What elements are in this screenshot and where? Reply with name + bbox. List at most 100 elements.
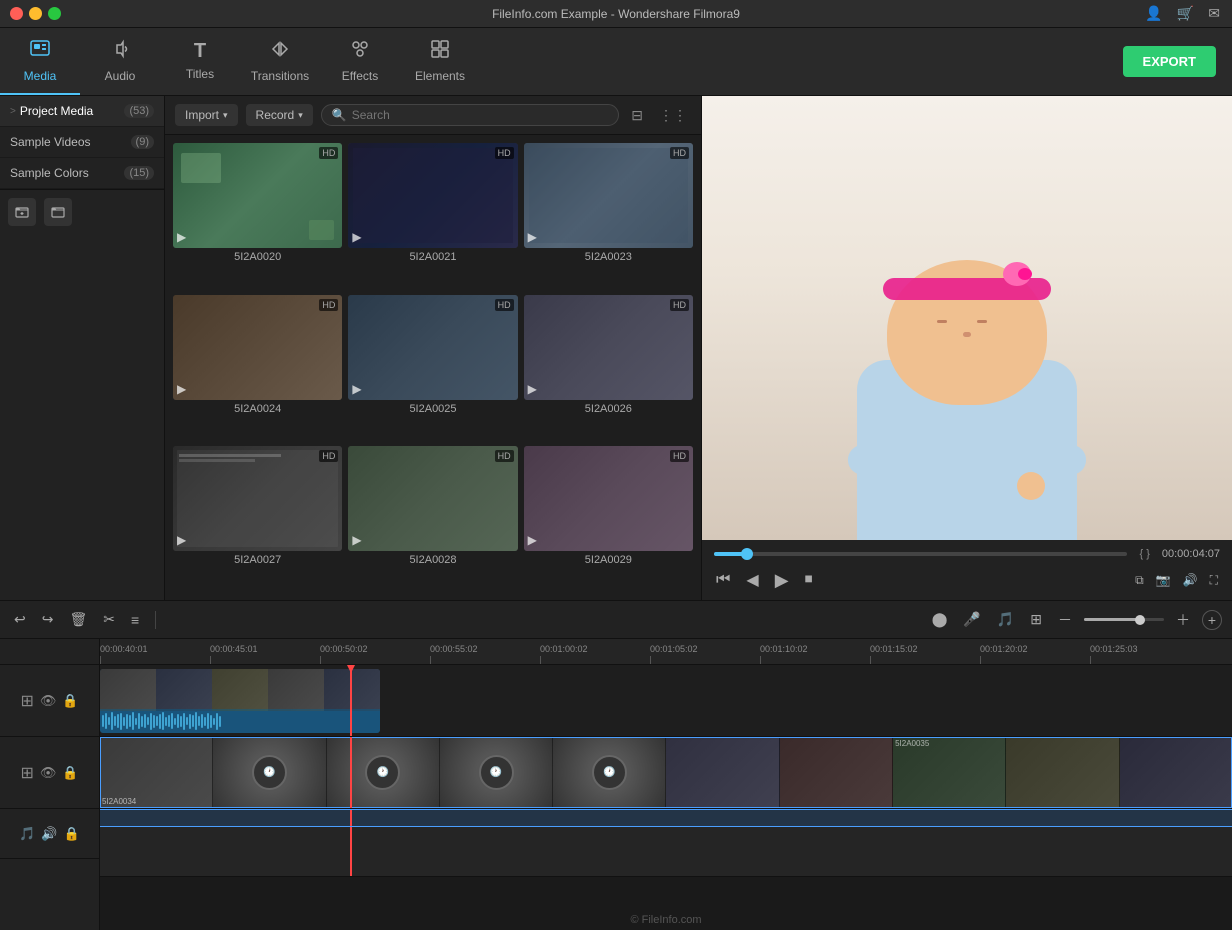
media-item-name: 5I2A0024: [173, 403, 342, 415]
progress-bar-container: { } 00:00:04:07: [714, 548, 1220, 560]
export-button[interactable]: EXPORT: [1123, 46, 1216, 77]
mail-icon[interactable]: ✉: [1208, 5, 1220, 22]
track-grid-icon[interactable]: ⊞: [20, 691, 33, 711]
selection-highlight: [100, 809, 1232, 827]
filter-icon[interactable]: ⊟: [627, 105, 647, 126]
search-box: 🔍: [321, 104, 620, 126]
sidebar-item-sample-videos[interactable]: Sample Videos (9): [0, 127, 164, 158]
video-track-2-clips: 5I2A0034 🕐 🕐 🕐 🕐: [100, 737, 1232, 808]
ruler-mark: 00:01:10:02: [760, 644, 870, 664]
maximize-button[interactable]: [48, 7, 61, 20]
media-item[interactable]: HD ▶ 5I2A0020: [173, 143, 342, 289]
prev-frame-button[interactable]: ⏮: [714, 569, 732, 591]
stop-button[interactable]: ⏹: [803, 569, 815, 591]
sidebar-sample-videos-count: (9): [131, 135, 154, 149]
zoom-slider[interactable]: [1084, 618, 1164, 621]
volume-button[interactable]: 🔊: [1181, 571, 1200, 589]
media-item-name: 5I2A0029: [524, 554, 693, 566]
pip-button[interactable]: ⧉: [1133, 571, 1146, 590]
import-label: Import: [185, 108, 219, 122]
media-item[interactable]: HD ▶ 5I2A0026: [524, 295, 693, 441]
main-area: > Project Media (53) Sample Videos (9) S…: [0, 96, 1232, 600]
cart-icon[interactable]: 🛒: [1177, 5, 1194, 22]
track-eye-icon[interactable]: 👁: [40, 765, 57, 781]
track-lock-icon[interactable]: 🔒: [62, 693, 78, 709]
play-icon: ▶: [528, 230, 537, 244]
media-item[interactable]: HD ▶ 5I2A0021: [348, 143, 517, 289]
audio-detach-button[interactable]: 🎵: [993, 607, 1018, 632]
screenshot-button[interactable]: 📷: [1154, 571, 1173, 589]
search-input[interactable]: [352, 108, 609, 122]
import-button[interactable]: Import ▾: [175, 104, 238, 126]
media-item[interactable]: HD ▶ 5I2A0024: [173, 295, 342, 441]
track-eye-icon[interactable]: 👁: [40, 693, 57, 709]
media-item[interactable]: HD ▶ 5I2A0028: [348, 446, 517, 592]
close-button[interactable]: [10, 7, 23, 20]
media-item[interactable]: HD ▶ 5I2A0029: [524, 446, 693, 592]
preview-controls: { } 00:00:04:07 ⏮ ◀ ▶ ⏹ ⧉ 📷 🔊 ⛶: [702, 540, 1232, 600]
play-back-button[interactable]: ◀: [744, 568, 760, 592]
fullscreen-button[interactable]: ⛶: [1208, 571, 1220, 590]
thumb-badge: HD: [495, 450, 514, 462]
playhead-audio: [350, 827, 352, 876]
nav-tabs: Media Audio T Titles Transitions: [0, 28, 1123, 95]
playhead-highlight: [350, 810, 352, 826]
time-display: 00:00:04:07: [1162, 548, 1220, 560]
delete-button[interactable]: 🗑: [65, 607, 91, 632]
media-item[interactable]: HD ▶ 5I2A0025: [348, 295, 517, 441]
sidebar-action-buttons: [0, 189, 164, 234]
audio-track-header: 🎵 🔊 🔒: [0, 809, 99, 859]
preview-extra-controls: ⧉ 📷 🔊 ⛶: [1133, 571, 1220, 590]
tab-audio[interactable]: Audio: [80, 28, 160, 95]
tab-media[interactable]: Media: [0, 28, 80, 95]
play-icon: ▶: [528, 382, 537, 396]
playhead[interactable]: [350, 665, 352, 736]
ruler-time-label: 00:00:55:02: [430, 644, 478, 654]
video-clip-main[interactable]: [100, 669, 380, 733]
zoom-out-button[interactable]: －: [1054, 606, 1076, 634]
play-icon: ▶: [177, 382, 186, 396]
sidebar-item-sample-colors[interactable]: Sample Colors (15): [0, 158, 164, 189]
audio-lock-icon[interactable]: 🔒: [64, 826, 80, 842]
cut-button[interactable]: ✂: [99, 607, 119, 632]
timeline-tracks: 00:00:40:01 00:00:45:01 00:00:50:02 00:0…: [100, 639, 1232, 930]
progress-bar[interactable]: [714, 552, 1127, 556]
tab-effects[interactable]: Effects: [320, 28, 400, 95]
clip-properties-button[interactable]: ⬤: [928, 607, 952, 632]
track-grid-icon[interactable]: ⊞: [20, 763, 33, 783]
tab-transitions[interactable]: Transitions: [240, 28, 320, 95]
voice-button[interactable]: 🎤: [959, 607, 984, 632]
open-folder-button[interactable]: [44, 198, 72, 226]
minimize-button[interactable]: [29, 7, 42, 20]
pip-timeline-button[interactable]: ⊞: [1026, 607, 1046, 632]
media-item[interactable]: HD ▶ 5I2A0027: [173, 446, 342, 592]
track-lock-icon[interactable]: 🔒: [62, 765, 78, 781]
record-button[interactable]: Record ▾: [246, 104, 313, 126]
media-item-name: 5I2A0020: [173, 251, 342, 263]
audio-eye-icon[interactable]: 🔊: [41, 826, 57, 842]
play-button[interactable]: ▶: [773, 568, 791, 593]
thumb-badge: HD: [319, 299, 338, 311]
elements-icon: [429, 38, 451, 65]
ruler-time-label: 00:01:20:02: [980, 644, 1028, 654]
add-folder-button[interactable]: [8, 198, 36, 226]
music-note-icon[interactable]: 🎵: [19, 826, 35, 842]
person-icon[interactable]: 👤: [1145, 5, 1162, 22]
undo-button[interactable]: ↩: [10, 607, 30, 632]
tab-elements[interactable]: Elements: [400, 28, 480, 95]
sidebar-item-project-media[interactable]: > Project Media (53): [0, 96, 164, 127]
progress-knob[interactable]: [741, 548, 753, 560]
media-item[interactable]: HD ▶ 5I2A0023: [524, 143, 693, 289]
media-toolbar: Import ▾ Record ▾ 🔍 ⊟ ⋮⋮: [165, 96, 701, 135]
tab-titles[interactable]: T Titles: [160, 28, 240, 95]
redo-button[interactable]: ↪: [38, 607, 58, 632]
search-icon: 🔍: [332, 108, 347, 122]
timeline-toolbar: ↩ ↪ 🗑 ✂ ≡ ⬤ 🎤 🎵 ⊞ － ＋ +: [0, 601, 1232, 639]
tab-titles-label: Titles: [186, 67, 214, 81]
more-button[interactable]: ≡: [127, 608, 143, 632]
grid-view-icon[interactable]: ⋮⋮: [655, 105, 691, 126]
add-track-button[interactable]: +: [1202, 610, 1222, 630]
zoom-in-button[interactable]: ＋: [1172, 606, 1194, 634]
media-item-name: 5I2A0028: [348, 554, 517, 566]
ruler-time-label: 00:01:05:02: [650, 644, 698, 654]
